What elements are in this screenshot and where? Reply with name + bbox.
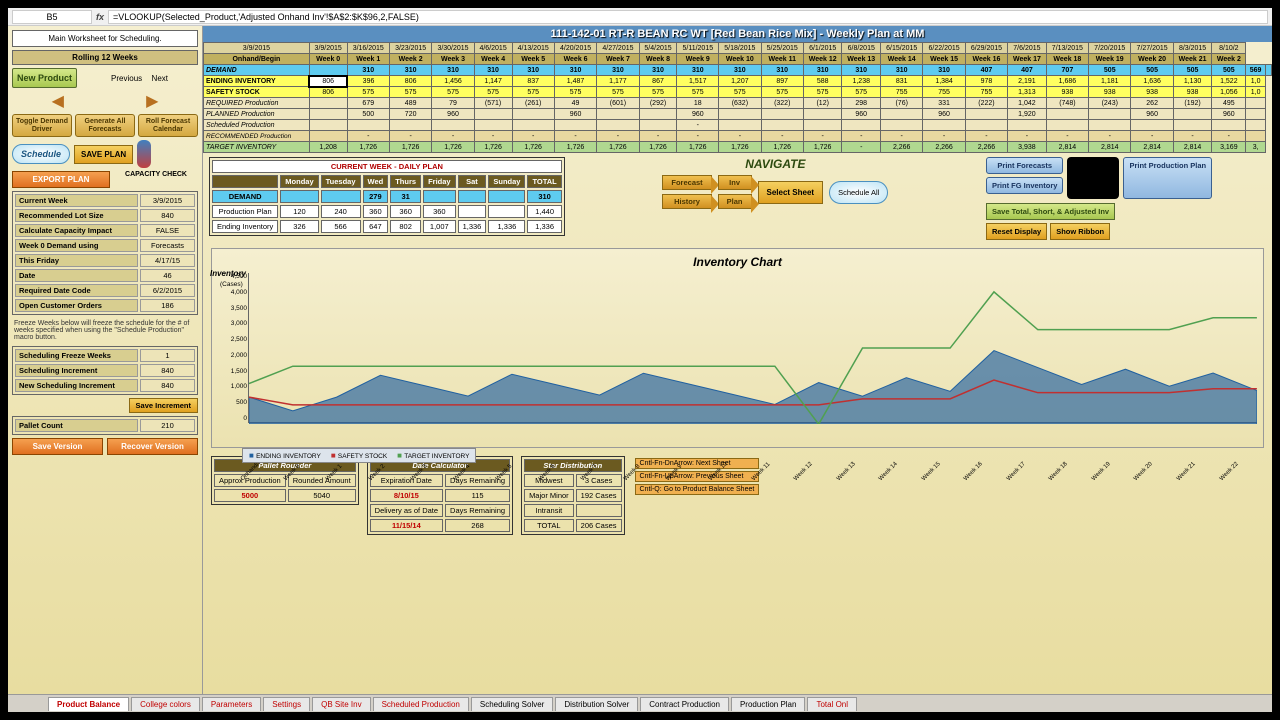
nav-inv-button[interactable]: Inv [718,175,752,190]
schedule-all-button[interactable]: Schedule All [829,181,888,204]
new-product-button[interactable]: New Product [12,68,77,88]
save-total-button[interactable]: Save Total, Short, & Adjusted Inv [986,203,1115,220]
show-ribbon-button[interactable]: Show Ribbon [1050,223,1110,240]
tab-college-colors[interactable]: College colors [131,697,200,711]
generate-forecasts-button[interactable]: Generate All Forecasts [75,114,135,137]
recover-version-button[interactable]: Recover Version [107,438,198,455]
chart-yaxis: 4,5004,0003,5003,0002,5002,0001,5001,000… [221,273,247,422]
rolling-label: Rolling 12 Weeks [12,50,198,65]
tab-product-balance[interactable]: Product Balance [48,697,129,711]
formula-bar: B5 fx =VLOOKUP(Selected_Product,'Adjuste… [8,8,1272,26]
navigate-title: NAVIGATE [571,157,980,171]
tab-parameters[interactable]: Parameters [202,697,261,711]
star-distribution-table: Star DistributionMidwest3 CasesMajor Min… [521,456,624,535]
legend-ending-inv: ENDING INVENTORY [249,451,321,460]
penguin-icon [1067,157,1119,199]
freeze-note: Freeze Weeks below will freeze the sched… [12,318,198,343]
save-plan-button[interactable]: SAVE PLAN [74,145,133,164]
chart-xaxis: Onhand/BeginWeek 0Week 1Week 2Week 3Week… [242,477,1263,483]
select-sheet-button[interactable]: Select Sheet [758,181,824,204]
tab-total-onl[interactable]: Total Onl [807,697,857,711]
tab-qb-site-inv[interactable]: QB Site Inv [312,697,370,711]
save-version-button[interactable]: Save Version [12,438,103,455]
thermometer-icon[interactable] [137,140,151,168]
inventory-chart: Inventory Chart Inventory (Cases) 4,5004… [211,248,1264,448]
nav-history-button[interactable]: History [662,194,711,209]
date-calculator-table: Date Calculator Expiration DateDays Rema… [367,456,513,535]
left-sidebar: Main Worksheet for Scheduling. Rolling 1… [8,26,203,694]
nav-forecast-button[interactable]: Forecast [662,175,711,190]
print-forecasts-button[interactable]: Print Forecasts [986,157,1063,174]
nav-plan-button[interactable]: Plan [718,194,752,209]
metrics-table: Current Week3/9/2015Recommended Lot Size… [12,191,198,315]
tab-contract-production[interactable]: Contract Production [640,697,729,711]
prev-arrow-icon[interactable]: ◀ [12,91,104,111]
print-fg-button[interactable]: Print FG Inventory [986,177,1063,194]
prev-label: Previous [111,74,142,83]
cell-reference[interactable]: B5 [12,10,92,24]
main-content: 111-142-01 RT-R BEAN RC WT [Red Bean Ric… [203,26,1272,694]
tab-production-plan[interactable]: Production Plan [731,697,805,711]
next-label: Next [152,74,168,83]
tab-scheduling-solver[interactable]: Scheduling Solver [471,697,553,711]
roll-calendar-button[interactable]: Roll Forecast Calendar [138,114,198,137]
chart-title: Inventory Chart [218,255,1257,269]
chart-legend: ENDING INVENTORY SAFETY STOCK TARGET INV… [242,448,476,463]
weekly-grid[interactable]: 3/9/20153/9/20153/16/20153/23/20153/30/2… [203,42,1272,153]
sheet-tabs[interactable]: Product BalanceCollege colorsParametersS… [8,694,1272,712]
fx-icon[interactable]: fx [96,12,104,22]
freeze-table: Scheduling Freeze Weeks1Scheduling Incre… [12,346,198,395]
capacity-check-label: CAPACITY CHECK [114,171,198,188]
page-title: 111-142-01 RT-R BEAN RC WT [Red Bean Ric… [203,26,1272,42]
worksheet-info: Main Worksheet for Scheduling. [12,30,198,47]
print-production-plan-button[interactable]: Print Production Plan [1123,157,1212,199]
daily-plan-table: CURRENT WEEK - DAILY PLANMondayTuesdayWe… [209,157,565,236]
legend-target: TARGET INVENTORY [397,451,469,460]
legend-safety: SAFETY STOCK [331,451,387,460]
save-increment-button[interactable]: Save Increment [129,398,198,413]
tab-scheduled-production[interactable]: Scheduled Production [373,697,469,711]
formula-input[interactable]: =VLOOKUP(Selected_Product,'Adjusted Onha… [108,10,1268,24]
pallet-count-row: Pallet Count210 [12,416,198,435]
chart-series [249,273,1257,424]
reset-display-button[interactable]: Reset Display [986,223,1047,240]
tab-settings[interactable]: Settings [263,697,310,711]
toggle-demand-button[interactable]: Toggle Demand Driver [12,114,72,137]
tab-distribution-solver[interactable]: Distribution Solver [555,697,638,711]
export-plan-button[interactable]: EXPORT PLAN [12,171,110,188]
schedule-button[interactable]: Schedule [12,144,70,164]
next-arrow-icon[interactable]: ▶ [107,91,199,111]
